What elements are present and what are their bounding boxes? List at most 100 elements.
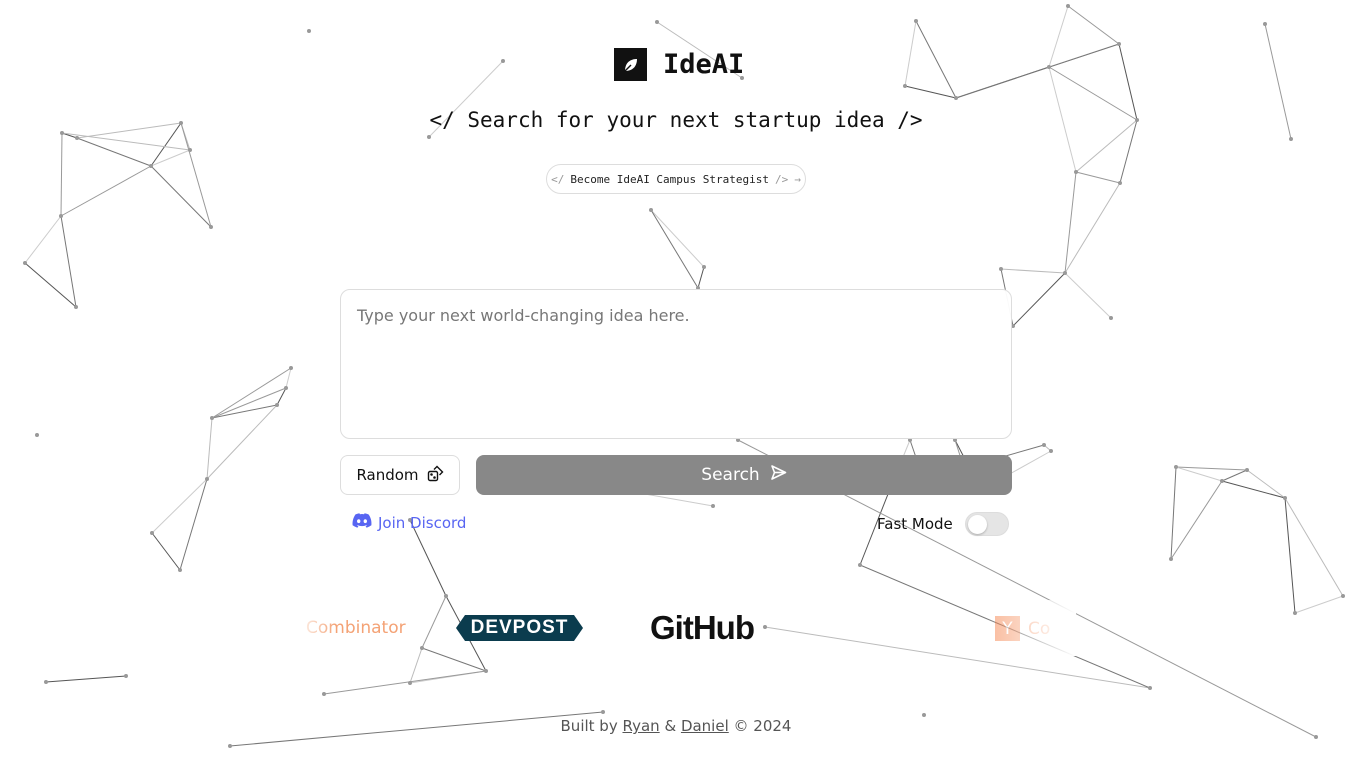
network-node: [1263, 22, 1267, 26]
network-line: [904, 85, 957, 99]
network-node: [1169, 557, 1173, 561]
network-node: [408, 681, 412, 685]
network-line: [60, 215, 77, 308]
idea-input-container: [340, 289, 1012, 439]
network-line: [955, 43, 1120, 99]
discord-icon: [352, 513, 372, 533]
network-node: [1220, 479, 1224, 483]
network-node: [23, 261, 27, 265]
page-footer: Built by Ryan & Daniel © 2024: [0, 717, 1352, 735]
footer-amp: &: [664, 717, 677, 735]
app-logo: IdeAI: [614, 48, 744, 81]
network-line: [76, 137, 152, 167]
send-icon: [770, 464, 787, 486]
network-line: [323, 670, 487, 695]
campus-strategist-link[interactable]: </ Become IdeAI Campus Strategist /> →: [546, 164, 806, 194]
network-node: [1066, 4, 1070, 8]
network-node: [1293, 611, 1297, 615]
network-line: [151, 532, 181, 571]
network-node: [1109, 316, 1113, 320]
footer-prefix: Built by: [560, 717, 618, 735]
network-node: [1063, 271, 1067, 275]
promo-suffix: />: [775, 172, 789, 186]
network-node: [1117, 42, 1121, 46]
fast-mode-control: Fast Mode: [877, 512, 1009, 536]
carousel-fade-right: [986, 600, 1076, 656]
network-line: [1012, 272, 1066, 327]
network-node: [150, 531, 154, 535]
network-node: [75, 136, 79, 140]
network-node: [209, 225, 213, 229]
devpost-text: DEVPOST: [470, 617, 569, 638]
network-node: [501, 59, 505, 63]
network-node: [1049, 449, 1053, 453]
network-node: [1074, 170, 1078, 174]
network-line: [206, 417, 213, 480]
join-discord-link[interactable]: Join Discord: [352, 513, 466, 533]
network-line: [1064, 272, 1112, 319]
network-node: [210, 416, 214, 420]
leaf-icon: [614, 48, 647, 81]
network-node: [914, 19, 918, 23]
network-node: [149, 164, 153, 168]
network-node: [903, 84, 907, 88]
network-node: [484, 669, 488, 673]
network-line: [1221, 480, 1286, 499]
github-logo: GitHub: [650, 609, 755, 646]
network-node: [711, 504, 715, 508]
network-node: [427, 135, 431, 139]
network-line: [45, 675, 127, 683]
search-label: Search: [701, 465, 760, 485]
dice-icon: [427, 465, 444, 486]
network-line: [1175, 466, 1248, 471]
search-button[interactable]: Search: [476, 455, 1012, 495]
network-node: [284, 386, 288, 390]
network-line: [650, 209, 705, 268]
network-line: [915, 20, 957, 99]
network-line: [1294, 595, 1344, 614]
network-line: [1000, 268, 1066, 274]
network-line: [24, 262, 77, 308]
network-node: [205, 477, 209, 481]
network-node: [1047, 65, 1051, 69]
network-node: [35, 433, 39, 437]
network-node: [1042, 443, 1046, 447]
network-line: [1221, 469, 1248, 482]
author-link-ryan[interactable]: Ryan: [622, 717, 659, 735]
network-line: [1048, 5, 1069, 68]
toggle-knob: [967, 515, 987, 534]
network-node: [1148, 686, 1152, 690]
sponsor-carousel: Combinator DEVPOST GitHub Y Co: [296, 600, 1076, 656]
footer-copyright: © 2024: [733, 717, 792, 735]
network-node: [954, 96, 958, 100]
network-line: [697, 266, 705, 289]
random-button[interactable]: Random: [340, 455, 460, 495]
network-node: [275, 403, 279, 407]
network-node: [1314, 735, 1318, 739]
network-line: [1246, 469, 1286, 499]
idea-input[interactable]: [341, 290, 1011, 438]
network-line: [1170, 466, 1177, 560]
author-link-daniel[interactable]: Daniel: [681, 717, 729, 735]
network-line: [211, 387, 287, 419]
network-node: [1289, 137, 1293, 141]
network-node: [1174, 465, 1178, 469]
fast-mode-toggle[interactable]: [964, 512, 1009, 536]
network-node: [74, 305, 78, 309]
network-line: [1067, 5, 1120, 45]
network-line: [1170, 480, 1223, 560]
network-node: [1341, 594, 1345, 598]
network-node: [1283, 496, 1287, 500]
network-node: [1245, 468, 1249, 472]
network-node: [188, 148, 192, 152]
network-line: [1075, 171, 1121, 184]
network-node: [444, 594, 448, 598]
page-tagline: </ Search for your next startup idea />: [429, 108, 923, 132]
network-node: [289, 366, 293, 370]
network-node: [601, 710, 605, 714]
promo-label: Become IdeAI Campus Strategist: [570, 172, 770, 186]
network-node: [999, 267, 1003, 271]
network-line: [60, 132, 63, 217]
random-label: Random: [356, 466, 419, 484]
network-node: [44, 680, 48, 684]
